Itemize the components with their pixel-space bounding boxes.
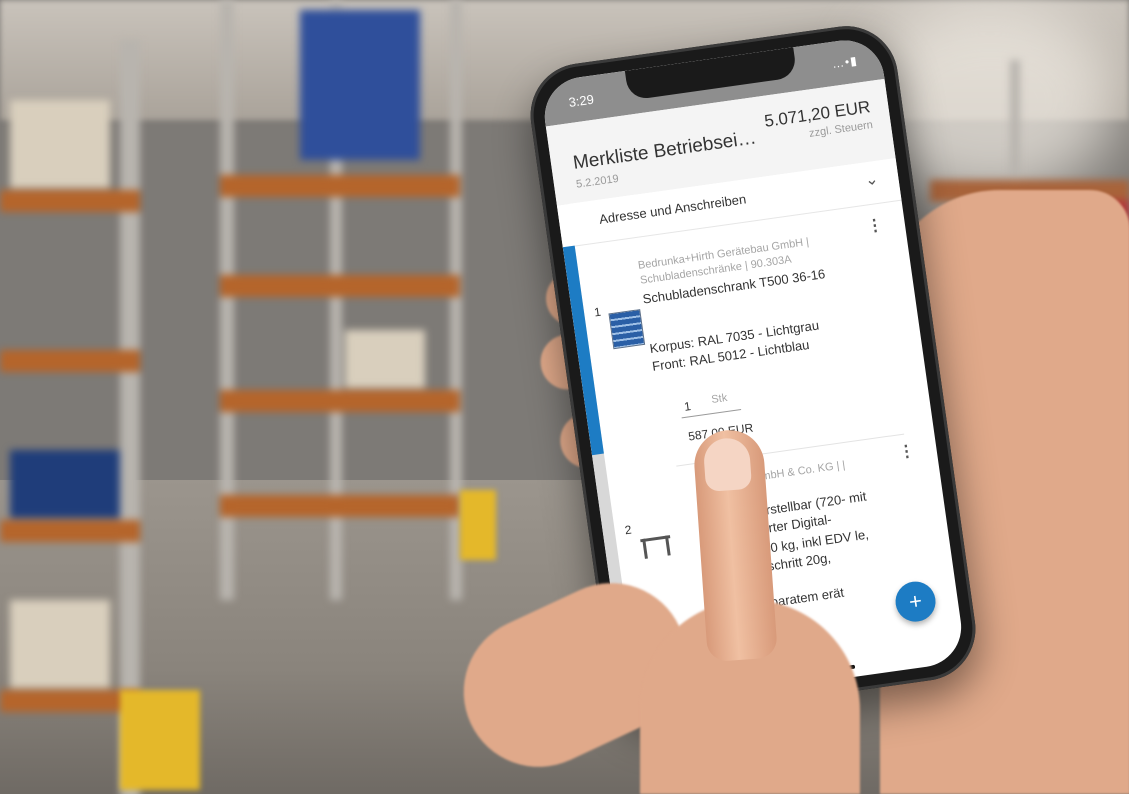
- chevron-down-icon[interactable]: ⌄: [864, 169, 880, 191]
- yellow-rack-foot: [120, 690, 200, 790]
- more-options-icon[interactable]: ⋮: [865, 215, 884, 237]
- signal-wifi-battery-icon: …•▮: [831, 53, 859, 71]
- middle-rack: [220, 0, 470, 600]
- drawer-cabinet-thumbnail: [608, 309, 646, 350]
- item-number: 2: [623, 522, 633, 538]
- list-item[interactable]: 1 Bedrunka+Hirth Gerätebau GmbH | Schubl…: [575, 200, 931, 454]
- fingernail: [702, 436, 753, 492]
- yellow-rack-foot: [460, 490, 496, 560]
- page-title[interactable]: Merkliste Betriebseinric...: [572, 127, 763, 175]
- more-options-icon[interactable]: ⋮: [897, 440, 916, 462]
- item-number: 1: [593, 304, 602, 320]
- section-label: Adresse und Anschreiben: [598, 191, 748, 227]
- quantity-unit: Stk: [710, 391, 729, 406]
- left-rack: [0, 40, 150, 794]
- list-date: 5.2.2019: [575, 172, 620, 191]
- quantity-input[interactable]: 1: [683, 399, 692, 414]
- desk-thumbnail: [640, 535, 672, 559]
- status-time: 3:29: [567, 91, 595, 110]
